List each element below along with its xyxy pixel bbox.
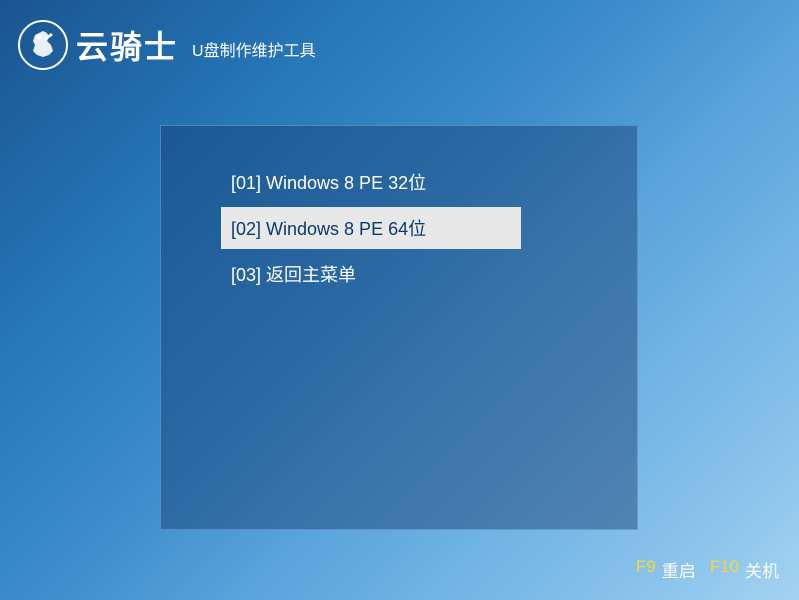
menu-item-return[interactable]: [03] 返回主菜单 — [221, 253, 521, 295]
shutdown-key: F10 — [710, 557, 739, 582]
restart-key: F9 — [636, 557, 656, 582]
shutdown-hint: F10 关机 — [710, 557, 779, 582]
shutdown-label: 关机 — [745, 557, 779, 582]
menu-item-win8pe-32[interactable]: [01] Windows 8 PE 32位 — [221, 161, 521, 203]
logo-icon — [18, 20, 68, 70]
subtitle: U盘制作维护工具 — [192, 37, 316, 61]
header: 云骑士 U盘制作维护工具 — [18, 20, 316, 70]
brand-name: 云骑士 — [76, 22, 178, 68]
menu-list: [01] Windows 8 PE 32位 [02] Windows 8 PE … — [161, 126, 637, 295]
restart-hint: F9 重启 — [636, 557, 696, 582]
footer-hints: F9 重启 F10 关机 — [636, 557, 779, 582]
restart-label: 重启 — [662, 557, 696, 582]
boot-menu: [01] Windows 8 PE 32位 [02] Windows 8 PE … — [160, 125, 638, 530]
menu-item-win8pe-64[interactable]: [02] Windows 8 PE 64位 — [221, 207, 521, 249]
